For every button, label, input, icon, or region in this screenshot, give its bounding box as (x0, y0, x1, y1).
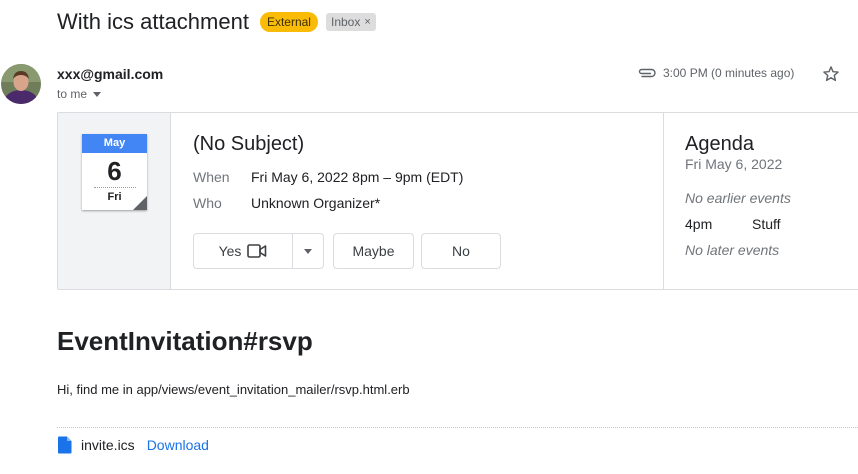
remove-label-icon[interactable]: × (364, 15, 370, 29)
rsvp-yes-group: Yes (193, 233, 324, 269)
agenda-panel: Agenda Fri May 6, 2022 No earlier events… (663, 113, 858, 289)
event-title[interactable]: (No Subject) (193, 133, 304, 156)
external-badge: External (259, 12, 318, 32)
body-heading: EventInvitation#rsvp (57, 326, 313, 356)
attachment-row: invite.ics Download (57, 435, 209, 455)
file-icon (57, 436, 73, 454)
inbox-label-text: Inbox (330, 15, 361, 29)
chevron-down-icon (93, 91, 102, 97)
attachment-divider (57, 427, 858, 428)
calendar-column: May 6 Fri (58, 113, 171, 289)
who-value: Unknown Organizer* (251, 195, 381, 211)
agenda-event-time: 4pm (685, 216, 713, 232)
invite-card: May 6 Fri (No Subject) When Fri May 6, 2… (57, 112, 858, 290)
message-meta: 3:00 PM (0 minutes ago) (638, 66, 794, 80)
calendar-date-icon: May 6 Fri (82, 134, 147, 210)
agenda-event-name[interactable]: Stuff (752, 216, 781, 232)
calendar-divider (93, 187, 136, 188)
when-value: Fri May 6, 2022 8pm – 9pm (EDT) (251, 169, 464, 185)
inbox-label[interactable]: Inbox × (325, 13, 376, 31)
calendar-day: 6 (107, 156, 122, 186)
rsvp-yes-label: Yes (218, 243, 242, 259)
calendar-month: May (82, 134, 147, 153)
email-subject: With ics attachment (57, 9, 249, 34)
star-icon[interactable] (821, 64, 841, 84)
agenda-date: Fri May 6, 2022 (685, 156, 783, 172)
download-link[interactable]: Download (147, 437, 209, 453)
attachment-filename[interactable]: invite.ics (81, 437, 135, 453)
body-text: Hi, find me in app/views/event_invitatio… (57, 382, 410, 397)
rsvp-options-dropdown[interactable] (293, 234, 323, 268)
message-time: 3:00 PM (0 minutes ago) (663, 66, 795, 80)
rsvp-yes-button[interactable]: Yes (194, 234, 293, 268)
agenda-title: Agenda (685, 133, 754, 155)
recipient-toggle[interactable]: to me (57, 87, 102, 101)
no-earlier-events: No earlier events (685, 190, 791, 206)
avatar[interactable] (1, 64, 41, 104)
who-label: Who (193, 195, 222, 211)
video-camera-icon (247, 243, 267, 259)
page-fold-icon (133, 196, 147, 210)
rsvp-maybe-button[interactable]: Maybe (333, 233, 414, 269)
chevron-down-icon (304, 248, 312, 254)
paperclip-icon (638, 68, 656, 78)
sender-email[interactable]: xxx@gmail.com (57, 66, 163, 82)
recipient-label: to me (57, 87, 88, 101)
no-later-events: No later events (685, 242, 780, 258)
when-label: When (193, 169, 230, 185)
subject-row: With ics attachment External Inbox × (57, 8, 376, 36)
rsvp-no-button[interactable]: No (421, 233, 501, 269)
